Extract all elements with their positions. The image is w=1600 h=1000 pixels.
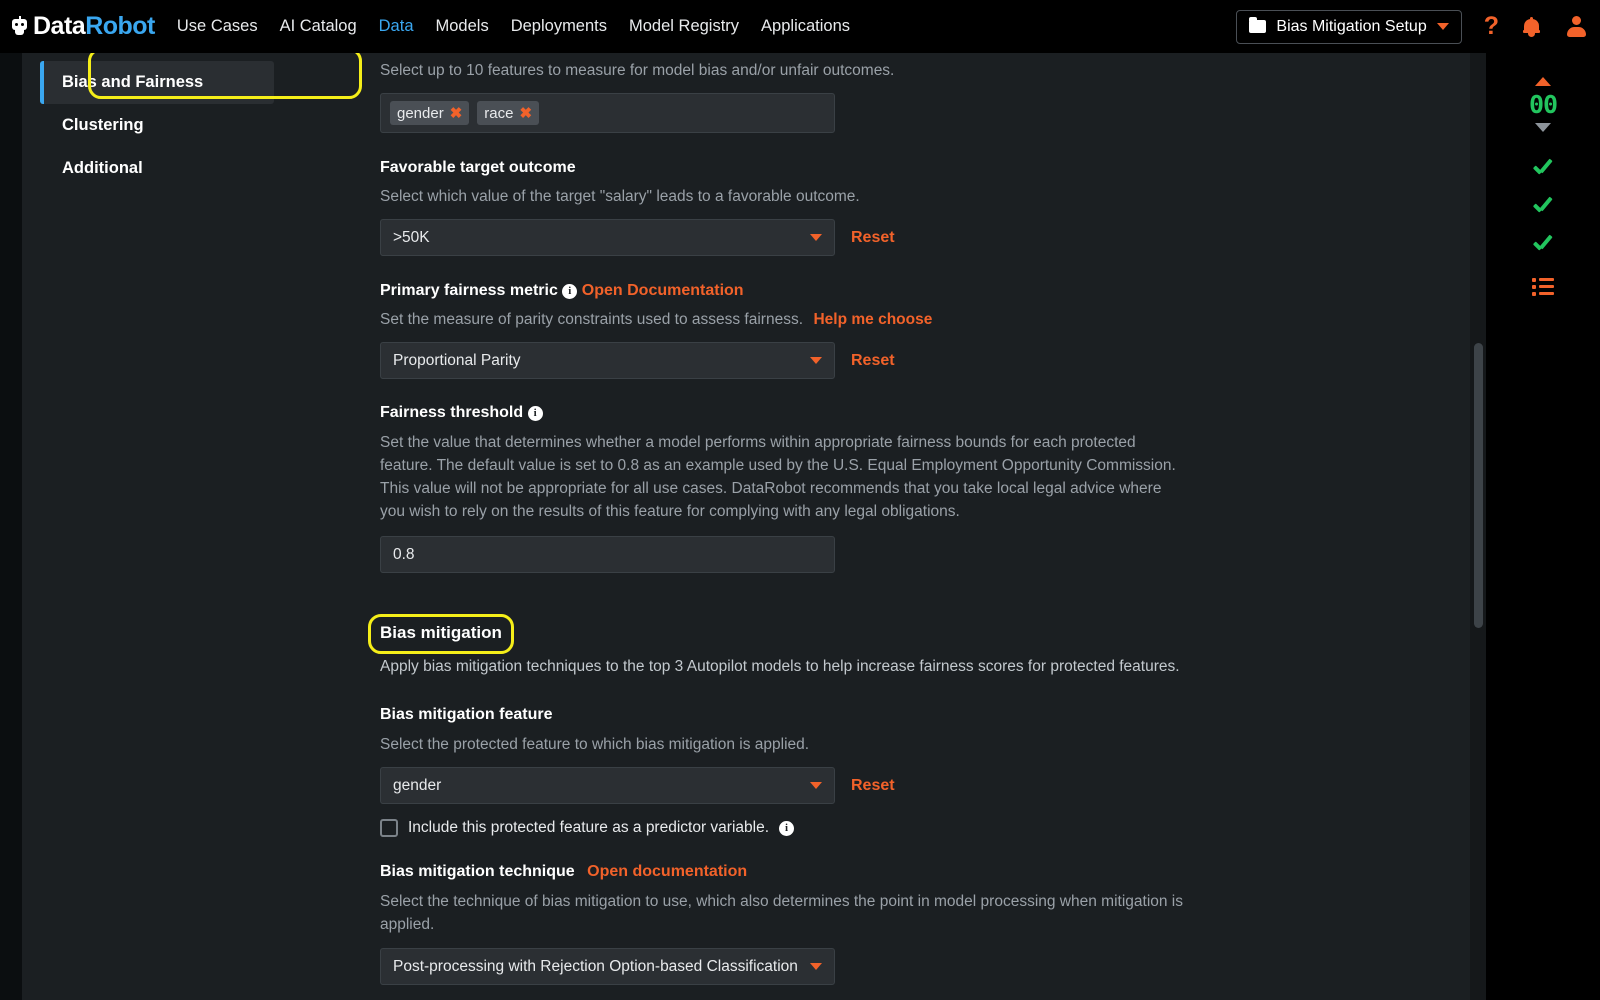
sidebar-item-label: Additional <box>62 159 143 177</box>
info-icon[interactable]: i <box>562 284 578 299</box>
nav-item-deployments[interactable]: Deployments <box>511 17 607 36</box>
worker-count-label: 00 <box>1528 90 1558 119</box>
protected-features-input[interactable]: gender ✖ race ✖ <box>380 93 835 133</box>
open-documentation-link[interactable]: Open documentation <box>587 863 747 880</box>
brand-name-data: Data <box>33 12 86 40</box>
mitigation-technique-select[interactable]: Post-processing with Rejection Option-ba… <box>380 948 835 985</box>
project-name-label: Bias Mitigation Setup <box>1276 17 1427 35</box>
folder-icon <box>1249 17 1267 33</box>
fairness-threshold-value: 0.8 <box>393 545 415 563</box>
mitigation-feature-helper: Select the protected feature to which bi… <box>380 736 810 753</box>
bias-mitigation-heading: Bias mitigation <box>380 623 502 642</box>
chevron-down-icon <box>810 782 822 789</box>
fairness-metric-select[interactable]: Proportional Parity <box>380 342 835 379</box>
nav-item-ai-catalog[interactable]: AI Catalog <box>280 17 357 36</box>
mitigation-feature-reset-button[interactable]: Reset <box>851 777 895 795</box>
chip-label: race <box>484 104 514 122</box>
check-icon <box>1532 236 1554 258</box>
info-icon[interactable]: i <box>779 820 795 836</box>
list-icon <box>1532 278 1554 296</box>
favorable-outcome-reset-button[interactable]: Reset <box>851 229 895 247</box>
nav-item-model-registry[interactable]: Model Registry <box>629 17 739 36</box>
datarobot-logo[interactable]: DataRobot <box>10 12 155 41</box>
fairness-threshold-label-row: Fairness threshold i <box>380 404 1480 422</box>
settings-sidebar: Bias and Fairness Clustering Additional <box>22 53 362 1000</box>
remove-chip-icon[interactable]: ✖ <box>450 104 463 122</box>
include-predictor-label: Include this protected feature as a pred… <box>408 819 770 836</box>
include-predictor-checkbox[interactable] <box>380 819 398 837</box>
rail-worker-count[interactable]: 00 <box>1486 90 1600 119</box>
rail-scroll-up-button[interactable] <box>1486 77 1600 86</box>
fairness-metric-value: Proportional Parity <box>393 351 521 369</box>
brand-name: DataRobot <box>33 12 155 41</box>
vertical-scrollbar-thumb[interactable] <box>1474 343 1483 628</box>
fairness-metric-label: Primary fairness metric <box>380 282 558 299</box>
project-selector[interactable]: Bias Mitigation Setup <box>1236 9 1462 44</box>
chevron-up-icon <box>1535 77 1551 86</box>
page-body: Bias and Fairness Clustering Additional … <box>22 53 1486 1000</box>
sidebar-item-label: Clustering <box>62 116 144 134</box>
rail-queue-list-button[interactable] <box>1486 278 1600 296</box>
chevron-down-icon <box>1436 23 1449 30</box>
fairness-threshold-input[interactable]: 0.8 <box>380 536 835 573</box>
check-icon <box>1532 198 1554 220</box>
fairness-threshold-label: Fairness threshold <box>380 404 524 421</box>
sidebar-item-clustering[interactable]: Clustering <box>40 104 274 147</box>
check-icon <box>1532 160 1554 182</box>
left-gutter <box>0 53 22 1000</box>
rail-status-check-1[interactable] <box>1486 160 1600 182</box>
info-icon[interactable]: i <box>527 406 543 421</box>
nav-item-applications[interactable]: Applications <box>761 17 850 36</box>
chevron-down-icon <box>810 963 822 970</box>
top-nav-right-group: Bias Mitigation Setup ? <box>1236 0 1586 53</box>
nav-item-data[interactable]: Data <box>379 17 414 36</box>
robot-head-icon <box>10 16 29 36</box>
brand-name-robot: Robot <box>85 12 155 40</box>
help-icon[interactable]: ? <box>1484 12 1499 41</box>
fairness-metric-helper: Set the measure of parity constraints us… <box>380 311 804 328</box>
nav-item-use-cases[interactable]: Use Cases <box>177 17 258 36</box>
right-rail: 00 <box>1486 53 1600 1000</box>
chip-label: gender <box>397 104 444 122</box>
mitigation-feature-label: Bias mitigation feature <box>380 706 553 723</box>
feature-chip-race[interactable]: race ✖ <box>477 101 540 125</box>
chevron-down-icon <box>810 357 822 364</box>
mitigation-feature-value: gender <box>393 776 442 794</box>
user-avatar-icon[interactable] <box>1566 16 1586 37</box>
help-me-choose-link[interactable]: Help me choose <box>813 311 932 328</box>
rail-scroll-down-button[interactable] <box>1486 123 1600 132</box>
sidebar-item-bias-and-fairness[interactable]: Bias and Fairness <box>40 61 274 104</box>
bias-mitigation-helper: Apply bias mitigation techniques to the … <box>380 658 1180 675</box>
fairness-metric-helper-row: Set the measure of parity constraints us… <box>380 308 1480 331</box>
sidebar-item-label: Bias and Fairness <box>62 73 204 91</box>
mitigation-technique-helper: Select the technique of bias mitigation … <box>380 893 1184 933</box>
open-documentation-link[interactable]: Open Documentation <box>582 282 744 299</box>
favorable-outcome-value: >50K <box>393 228 430 246</box>
right-gutter: 00 <box>1486 53 1600 1000</box>
nav-item-models[interactable]: Models <box>436 17 489 36</box>
mitigation-technique-label: Bias mitigation technique <box>380 863 575 880</box>
mitigation-technique-value: Post-processing with Rejection Option-ba… <box>393 957 798 975</box>
bias-and-fairness-form: Select up to 10 features to measure for … <box>368 53 1480 1000</box>
favorable-outcome-label: Favorable target outcome <box>380 159 576 176</box>
rail-status-check-2[interactable] <box>1486 198 1600 220</box>
sidebar-item-additional[interactable]: Additional <box>40 147 274 190</box>
fairness-metric-reset-button[interactable]: Reset <box>851 352 895 370</box>
top-navigation-bar: DataRobot Use Cases AI Catalog Data Mode… <box>0 0 1600 53</box>
remove-chip-icon[interactable]: ✖ <box>519 104 532 122</box>
favorable-outcome-helper: Select which value of the target "salary… <box>380 188 860 205</box>
feature-chip-gender[interactable]: gender ✖ <box>390 101 470 125</box>
chevron-down-icon <box>810 234 822 241</box>
fairness-threshold-helper: Set the value that determines whether a … <box>380 434 1176 520</box>
vertical-scrollbar-track[interactable] <box>1470 53 1486 1000</box>
favorable-outcome-select[interactable]: >50K <box>380 219 835 256</box>
rail-status-check-3[interactable] <box>1486 236 1600 258</box>
fairness-metric-label-row: Primary fairness metric i Open Documenta… <box>380 282 1480 300</box>
chevron-down-icon <box>1535 123 1551 132</box>
mitigation-feature-select[interactable]: gender <box>380 767 835 804</box>
mitigation-technique-label-row: Bias mitigation technique Open documenta… <box>380 863 1480 881</box>
protected-features-helper: Select up to 10 features to measure for … <box>380 62 895 79</box>
bell-icon[interactable] <box>1523 16 1540 37</box>
